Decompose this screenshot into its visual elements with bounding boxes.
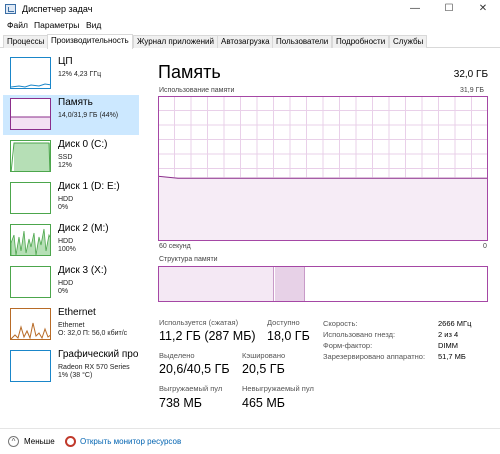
window-title: Диспетчер задач [22,4,93,14]
time-axis-end: 0 [483,243,487,250]
cached-label: Кэшировано [242,351,286,360]
tab-services[interactable]: Службы [389,35,428,48]
committed-label: Выделено [159,351,195,360]
maximize-button[interactable]: ☐ [432,0,466,18]
sidebar-item-sub: 100% [58,246,76,253]
slots-label: Использовано гнезд: [323,330,396,339]
sidebar-item-name: Графический про [58,349,139,360]
menu-file[interactable]: Файл [7,20,28,30]
sidebar-item-name: ЦП [58,56,73,67]
tab-processes[interactable]: Процессы [3,35,49,48]
sidebar-item-sub: HDD [58,280,74,287]
title-bar: Диспетчер задач — ☐ ✕ [0,0,500,18]
disk0-thumbnail [10,140,51,172]
slots-value: 2 из 4 [438,330,459,339]
cached-value: 20,5 ГБ [242,362,285,376]
menu-bar: Файл Параметры Вид [0,18,500,33]
usage-area [158,177,488,241]
sidebar-item-sub: 12% 4,23 ГГц [58,71,102,78]
sidebar-item-sub: SSD [58,154,73,161]
chevron-up-icon[interactable]: ^ [8,436,19,447]
sidebar-item-ethernet[interactable]: Ethernet Ethernet О: 32,0 П: 56,0 кбит/с [3,305,139,345]
reserved-value: 51,7 МБ [438,352,466,361]
gpu-thumbnail [10,350,51,382]
resource-monitor-icon [65,436,76,447]
memory-thumbnail [10,98,51,130]
task-manager-icon [5,4,16,14]
ethernet-thumbnail [10,308,51,340]
sidebar-item-name: Диск 1 (D: E:) [58,181,120,192]
sidebar-item-sub: HDD [58,196,74,203]
speed-label: Скорость: [323,319,358,328]
disk1-thumbnail [10,182,51,214]
paged-pool-value: 738 МБ [159,396,202,410]
paged-pool-label: Выгружаемый пул [159,384,223,393]
nonpaged-pool-value: 465 МБ [242,396,285,410]
sidebar-item-disk1[interactable]: Диск 1 (D: E:) HDD 0% [3,179,139,219]
tab-details[interactable]: Подробности [332,35,390,48]
sidebar-item-sub: 12% [58,162,73,169]
sidebar-item-sub: Radeon RX 570 Series [58,364,130,371]
sidebar-item-name: Диск 2 (M:) [58,223,109,234]
tab-performance[interactable]: Производительность [47,34,133,49]
sidebar-item-gpu[interactable]: Графический про Radeon RX 570 Series 1% … [3,347,139,387]
reserved-label: Зарезервировано аппаратно: [323,352,426,361]
memory-structure-bar [158,266,488,302]
sidebar-item-name: Ethernet [58,307,96,318]
cpu-thumbnail [10,57,51,89]
resource-monitor-link[interactable]: Открыть монитор ресурсов [80,437,181,446]
minimize-button[interactable]: — [398,0,432,18]
nonpaged-pool-label: Невыгружаемый пул [242,384,314,393]
structure-modified [275,267,305,301]
committed-value: 20,6/40,5 ГБ [159,362,230,376]
close-button[interactable]: ✕ [466,0,500,18]
resource-sidebar: ЦП 12% 4,23 ГГц Память 14,0/31,9 ГБ (44%… [3,50,139,424]
structure-free [306,267,487,301]
sidebar-item-sub: 14,0/31,9 ГБ (44%) [58,112,119,119]
sidebar-item-sub: 0% [58,204,69,211]
structure-in-use [159,267,274,301]
sidebar-item-name: Диск 3 (X:) [58,265,107,276]
speed-value: 2666 МГц [438,319,472,328]
sidebar-item-memory[interactable]: Память 14,0/31,9 ГБ (44%) [3,95,139,135]
memory-total: 32,0 ГБ [453,69,488,80]
available-label: Доступно [267,318,300,327]
fewer-details-button[interactable]: Меньше [24,437,55,446]
sidebar-item-disk2[interactable]: Диск 2 (M:) HDD 100% [3,221,139,261]
page-title: Память [158,62,221,82]
in-use-value: 11,2 ГБ (287 МБ) [159,329,256,343]
sidebar-item-sub: HDD [58,238,74,245]
tab-users[interactable]: Пользователи [272,35,333,48]
menu-view[interactable]: Вид [86,20,101,30]
tab-bar: Процессы Производительность Журнал прило… [0,34,500,49]
menu-options[interactable]: Параметры [34,20,79,30]
footer-bar: ^ Меньше Открыть монитор ресурсов [0,428,500,454]
sidebar-item-sub: 0% [58,288,69,295]
usage-graph-label: Использование памяти [159,87,235,94]
tab-startup[interactable]: Автозагрузка [217,35,274,48]
sidebar-item-disk0[interactable]: Диск 0 (C:) SSD 12% [3,137,139,177]
sidebar-item-name: Диск 0 (C:) [58,139,108,150]
tab-app-history[interactable]: Журнал приложений [133,35,218,48]
time-axis-start: 60 секунд [159,243,191,250]
structure-label: Структура памяти [159,256,218,263]
sidebar-item-sub: Ethernet [58,322,85,329]
usage-graph-max: 31,9 ГБ [460,87,484,94]
available-value: 18,0 ГБ [267,329,310,343]
disk3-thumbnail [10,266,51,298]
sidebar-item-sub: 1% (38 °C) [58,372,93,379]
disk2-thumbnail [10,224,51,256]
form-factor-value: DIMM [438,341,458,350]
sidebar-item-cpu[interactable]: ЦП 12% 4,23 ГГц [3,54,139,94]
form-factor-label: Форм-фактор: [323,341,373,350]
sidebar-item-sub: О: 32,0 П: 56,0 кбит/с [58,330,128,337]
sidebar-item-disk3[interactable]: Диск 3 (X:) HDD 0% [3,263,139,303]
sidebar-item-name: Память [58,97,93,108]
memory-usage-graph [158,96,488,241]
in-use-label: Используется (сжатая) [159,318,239,327]
